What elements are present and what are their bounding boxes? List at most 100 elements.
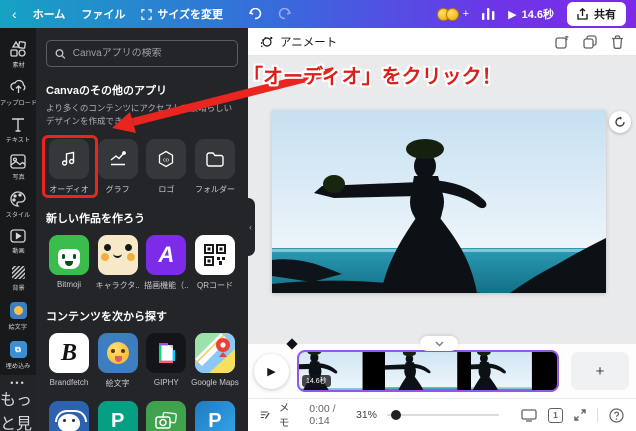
- sidebar-item-videos[interactable]: 動画: [0, 224, 36, 260]
- section-title-more-apps: Canvaのその他のアプリ: [46, 82, 238, 98]
- sidebar-item-uploads[interactable]: アップロード: [0, 74, 36, 112]
- qr-code-app-icon: [195, 235, 235, 275]
- app-grid-discover: B Brandfetch 絵文字 GIPHY Google Maps: [46, 333, 238, 431]
- add-clip-button[interactable]: +: [571, 352, 629, 390]
- sidebar-item-background[interactable]: 背景: [0, 260, 36, 297]
- pixton-app-icon: P: [195, 401, 235, 431]
- timeline: ▶ 14.6秒 +: [248, 344, 636, 398]
- section-desc-more-apps: より多くのコンテンツにアクセスして素晴らしいデザインを作成できます: [46, 102, 236, 128]
- app-giphy[interactable]: GIPHY: [143, 333, 189, 389]
- analytics-icon[interactable]: [482, 8, 495, 20]
- credits-button[interactable]: +: [437, 8, 469, 21]
- app-charts[interactable]: グラフ: [95, 139, 141, 195]
- add-page-icon[interactable]: [555, 35, 569, 49]
- sidebar-item-styles[interactable]: スタイル: [0, 186, 36, 224]
- search-icon: [55, 48, 66, 60]
- embed-app-icon: ⧉: [10, 341, 27, 358]
- rotate-icon: [614, 116, 626, 128]
- panel-collapse-handle[interactable]: ‹: [246, 198, 255, 256]
- logo-hexagon-icon: co: [157, 150, 175, 168]
- sidebar-rail: 素材 アップロード テキスト 写真 スタイル 動画 背景 絵文字: [0, 28, 36, 431]
- video-frame[interactable]: [272, 110, 606, 293]
- share-button[interactable]: 共有: [567, 2, 626, 26]
- pexels-app-icon: P: [98, 401, 138, 431]
- play-icon: ▶: [267, 365, 275, 378]
- app-google-maps[interactable]: Google Maps: [192, 333, 238, 389]
- zoom-slider-knob[interactable]: [391, 410, 401, 420]
- app-character[interactable]: キャラクタ..: [95, 235, 141, 291]
- app-folder[interactable]: フォルダー: [192, 139, 238, 195]
- app-qr-code[interactable]: QRコード: [192, 235, 238, 291]
- coin-icon: [446, 8, 459, 21]
- preview-play-button[interactable]: ▶ 14.6秒: [508, 6, 554, 22]
- redo-icon[interactable]: [277, 8, 291, 20]
- section-title-create-new: 新しい作品を作ろう: [46, 210, 238, 226]
- chevron-down-icon: [435, 341, 444, 347]
- duplicate-icon[interactable]: [583, 35, 597, 49]
- sidebar-item-more[interactable]: ••• もっと見る: [0, 375, 36, 431]
- chart-icon: [109, 151, 127, 167]
- app-search[interactable]: [46, 40, 238, 67]
- pixabay-app-icon: [146, 401, 186, 431]
- video-clip[interactable]: 14.6秒: [297, 350, 559, 392]
- app-pexels[interactable]: P Pexels: [95, 401, 141, 431]
- bitmoji-app-icon: [49, 235, 89, 275]
- page-indicator[interactable]: 1: [548, 408, 563, 423]
- app-iconduck[interactable]: Iconduck: [46, 401, 92, 431]
- giphy-app-icon: [146, 333, 186, 373]
- animate-icon: [260, 35, 274, 49]
- clip-duration-badge: 14.6秒: [302, 375, 331, 387]
- sidebar-item-text[interactable]: テキスト: [0, 112, 36, 149]
- grid-view-icon[interactable]: [521, 409, 537, 422]
- sidebar-item-photos[interactable]: 写真: [0, 149, 36, 186]
- play-icon: ▶: [508, 8, 516, 21]
- back-chevron-icon[interactable]: ‹: [12, 7, 17, 21]
- chevron-left-icon: ‹: [249, 222, 252, 232]
- video-icon: [10, 229, 26, 243]
- app-brandfetch[interactable]: B Brandfetch: [46, 333, 92, 389]
- canvas-toolbar: アニメート: [248, 28, 636, 56]
- time-indicator: 0:00 / 0:14: [309, 403, 348, 427]
- fullscreen-icon[interactable]: [574, 409, 586, 421]
- zoom-slider[interactable]: [387, 414, 499, 416]
- canva-editor: ‹ ホーム ファイル サイズを変更 + ▶ 14.6秒: [0, 0, 636, 431]
- photos-icon: [10, 154, 26, 169]
- resize-icon: [141, 9, 152, 20]
- menu-file[interactable]: ファイル: [81, 6, 125, 22]
- trash-icon[interactable]: [611, 35, 624, 49]
- help-icon[interactable]: [609, 408, 624, 423]
- more-dots-icon: •••: [10, 381, 25, 385]
- undo-icon[interactable]: [249, 8, 263, 20]
- app-grid-create-new: Bitmoji キャラクタ.. A 描画機能（.. QRコード: [46, 235, 238, 291]
- app-logo[interactable]: co ロゴ: [143, 139, 189, 195]
- app-search-input[interactable]: [73, 48, 229, 59]
- rotate-button[interactable]: [609, 111, 631, 133]
- iconduck-app-icon: [49, 401, 89, 431]
- app-pixabay[interactable]: Pixabay: [143, 401, 189, 431]
- hula-dancer-video: [272, 110, 606, 293]
- sidebar-item-elements[interactable]: 素材: [0, 36, 36, 74]
- app-bitmoji[interactable]: Bitmoji: [46, 235, 92, 291]
- resize-button[interactable]: サイズを変更: [141, 6, 223, 22]
- share-upload-icon: [577, 8, 588, 20]
- app-grid-more-apps: オーディオ グラフ co ロゴ フォルダー: [46, 139, 238, 195]
- sidebar-item-emoji-app[interactable]: 絵文字: [0, 297, 36, 336]
- annotation-text: 「オーディオ」をクリック！: [243, 60, 502, 89]
- google-maps-app-icon: [195, 333, 235, 373]
- canvas-area[interactable]: [248, 56, 636, 344]
- animate-button[interactable]: アニメート: [260, 34, 337, 50]
- emoji-app-icon: [10, 302, 27, 319]
- app-emoji[interactable]: 絵文字: [95, 333, 141, 389]
- zoom-percent[interactable]: 31%: [356, 409, 377, 421]
- timeline-play-button[interactable]: ▶: [254, 354, 289, 389]
- app-draw[interactable]: A 描画機能（..: [143, 235, 189, 291]
- memo-label[interactable]: メモ: [279, 400, 295, 430]
- sidebar-item-embed-app[interactable]: ⧉ 埋め込み: [0, 336, 36, 375]
- app-pixton[interactable]: P Pixton: [192, 401, 238, 431]
- elements-icon: [10, 41, 26, 57]
- app-audio[interactable]: オーディオ: [46, 139, 92, 195]
- timeline-collapse-pill[interactable]: [420, 336, 458, 351]
- notes-icon[interactable]: [260, 409, 271, 422]
- menu-home[interactable]: ホーム: [33, 6, 66, 22]
- music-note-icon: [60, 150, 78, 168]
